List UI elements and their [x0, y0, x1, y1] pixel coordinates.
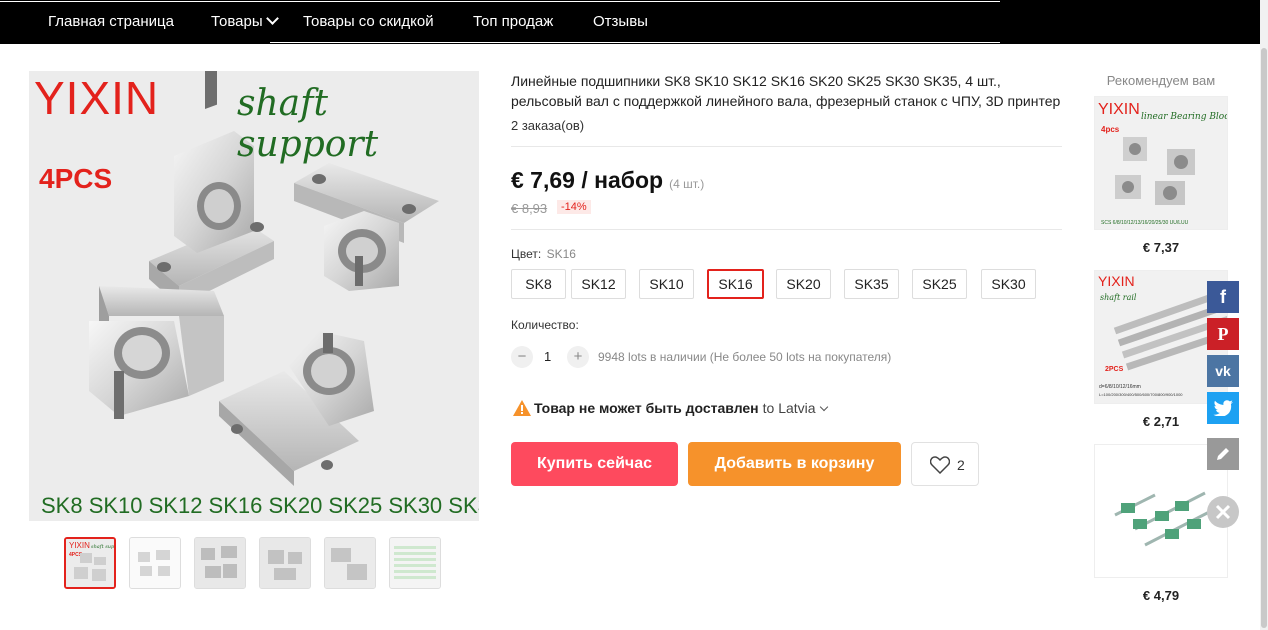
- thumbnail-image: [195, 538, 245, 588]
- option-sk20[interactable]: SK20: [776, 269, 831, 299]
- option-sk8[interactable]: SK8: [511, 269, 566, 299]
- rec-brand-text: YIXIN: [1098, 101, 1140, 118]
- ship-to-selector[interactable]: to Latvia: [762, 400, 828, 416]
- scrollbar[interactable]: [1260, 0, 1268, 630]
- product-tagline-text: shaft support: [237, 83, 379, 165]
- buy-now-button[interactable]: Купить сейчас: [511, 442, 678, 486]
- wishlist-count: 2: [957, 457, 965, 473]
- nav-item-reviews[interactable]: Отзывы: [593, 0, 648, 44]
- rec-caption-text: d=6/8/10/12/16mm: [1099, 384, 1141, 390]
- nav-item-top-sales[interactable]: Топ продаж: [473, 0, 553, 44]
- chevron-down-icon: [819, 402, 828, 412]
- color-value: SK16: [546, 247, 576, 261]
- product-thumbnail[interactable]: [194, 537, 246, 589]
- rec-subtitle-text: shaft rail: [1100, 293, 1137, 302]
- product-thumbnail[interactable]: [389, 537, 441, 589]
- divider: [511, 229, 1062, 230]
- option-sk10[interactable]: SK10: [639, 269, 694, 299]
- product-thumbnail[interactable]: YIXIN shaft support 4PCS: [64, 537, 116, 589]
- rec-pcs-text: 2PCS: [1105, 366, 1124, 373]
- nav-item-home[interactable]: Главная страница: [48, 0, 174, 44]
- heart-icon: [930, 456, 950, 474]
- product-pcs-text: 4PCS: [39, 163, 113, 194]
- vk-icon[interactable]: vk: [1207, 355, 1239, 387]
- rec-brand-text: YIXIN: [1098, 273, 1135, 289]
- color-label: Цвет: SK16: [511, 247, 576, 261]
- recommend-title: Рекомендуем вам: [1106, 73, 1216, 88]
- thumbnail-image: [390, 538, 440, 588]
- thumbnail-image: YIXIN shaft support 4PCS: [66, 539, 114, 587]
- stock-info: 9948 lots в наличии (Не более 50 lots на…: [598, 350, 892, 364]
- price-value: € 7,69 / набор: [511, 167, 664, 193]
- product-thumbnail[interactable]: [259, 537, 311, 589]
- thumb-tagline-text: shaft support: [91, 544, 114, 550]
- old-price: € 8,93: [511, 201, 548, 216]
- pinterest-icon[interactable]: P: [1207, 318, 1239, 350]
- option-sk12[interactable]: SK12: [571, 269, 626, 299]
- recommend-price: € 7,37: [1142, 240, 1180, 255]
- rec-subtitle-text: linear Bearing Block: [1141, 112, 1228, 122]
- product-thumbnail[interactable]: [324, 537, 376, 589]
- thumb-brand-text: YIXIN: [69, 541, 90, 550]
- thumbnail-image: [260, 538, 310, 588]
- product-price: € 7,69 / набор (4 шт.): [511, 167, 704, 194]
- product-title: Линейные подшипники SK8 SK10 SK12 SK16 S…: [511, 73, 1061, 109]
- edit-icon[interactable]: [1207, 438, 1239, 470]
- quantity-minus-button[interactable]: −: [511, 346, 533, 368]
- price-unit: (4 шт.): [669, 177, 705, 191]
- top-nav: Главная страница Товары Товары со скидко…: [0, 0, 1260, 44]
- nav-item-products[interactable]: Товары: [211, 0, 279, 44]
- option-sk16[interactable]: SK16: [707, 269, 764, 299]
- scrollbar-thumb[interactable]: [1261, 48, 1267, 628]
- nav-item-label: Товары: [211, 13, 263, 30]
- ship-to-text: to Latvia: [762, 400, 816, 416]
- option-sk35[interactable]: SK35: [844, 269, 899, 299]
- thumbnail-image: [130, 538, 180, 588]
- recommend-price: € 4,79: [1142, 588, 1180, 603]
- rec-pcs-text: 4pcs: [1101, 125, 1120, 134]
- quantity-value[interactable]: 1: [544, 349, 551, 364]
- facebook-icon[interactable]: f: [1207, 281, 1239, 313]
- discount-badge: -14%: [557, 200, 591, 214]
- twitter-icon[interactable]: [1207, 392, 1239, 424]
- product-thumbnail[interactable]: [129, 537, 181, 589]
- product-sizes-text: SK8 SK10 SK12 SK16 SK20 SK25 SK30 SK35: [41, 493, 479, 518]
- shipping-warning-text: Товар не может быть доставлен: [534, 400, 759, 416]
- wishlist-button[interactable]: 2: [911, 442, 979, 486]
- option-sk30[interactable]: SK30: [981, 269, 1036, 299]
- option-sk25[interactable]: SK25: [912, 269, 967, 299]
- chevron-down-icon: [265, 12, 279, 25]
- rec-caption-text-2: L=100/200/300/400/500/600/700/800/900/10…: [1099, 392, 1183, 397]
- orders-count: 2 заказа(ов): [511, 118, 585, 133]
- close-icon[interactable]: [1207, 496, 1239, 528]
- shipping-notice: Товар не может быть доставлен to Latvia: [513, 397, 828, 416]
- color-label-text: Цвет:: [511, 247, 542, 261]
- quantity-plus-button[interactable]: +: [567, 346, 589, 368]
- product-main-image[interactable]: YIXIN shaft support 4PCS SK8 SK10 SK12 S…: [29, 71, 479, 521]
- recommend-item[interactable]: YIXIN linear Bearing Block 4pcs SCS 6/8/…: [1094, 96, 1228, 230]
- nav-item-discounts[interactable]: Товары со скидкой: [303, 0, 434, 44]
- product-brand-text: YIXIN: [34, 72, 160, 124]
- rec-caption-text: SCS 6/8/10/12/13/16/20/25/30 UU/LUU: [1101, 220, 1189, 226]
- recommend-item-image: YIXIN linear Bearing Block 4pcs SCS 6/8/…: [1095, 97, 1228, 229]
- add-to-cart-button[interactable]: Добавить в корзину: [688, 442, 901, 486]
- divider: [511, 146, 1062, 147]
- thumbnail-image: [325, 538, 375, 588]
- quantity-label: Количество:: [511, 318, 579, 332]
- warning-icon: [513, 400, 531, 416]
